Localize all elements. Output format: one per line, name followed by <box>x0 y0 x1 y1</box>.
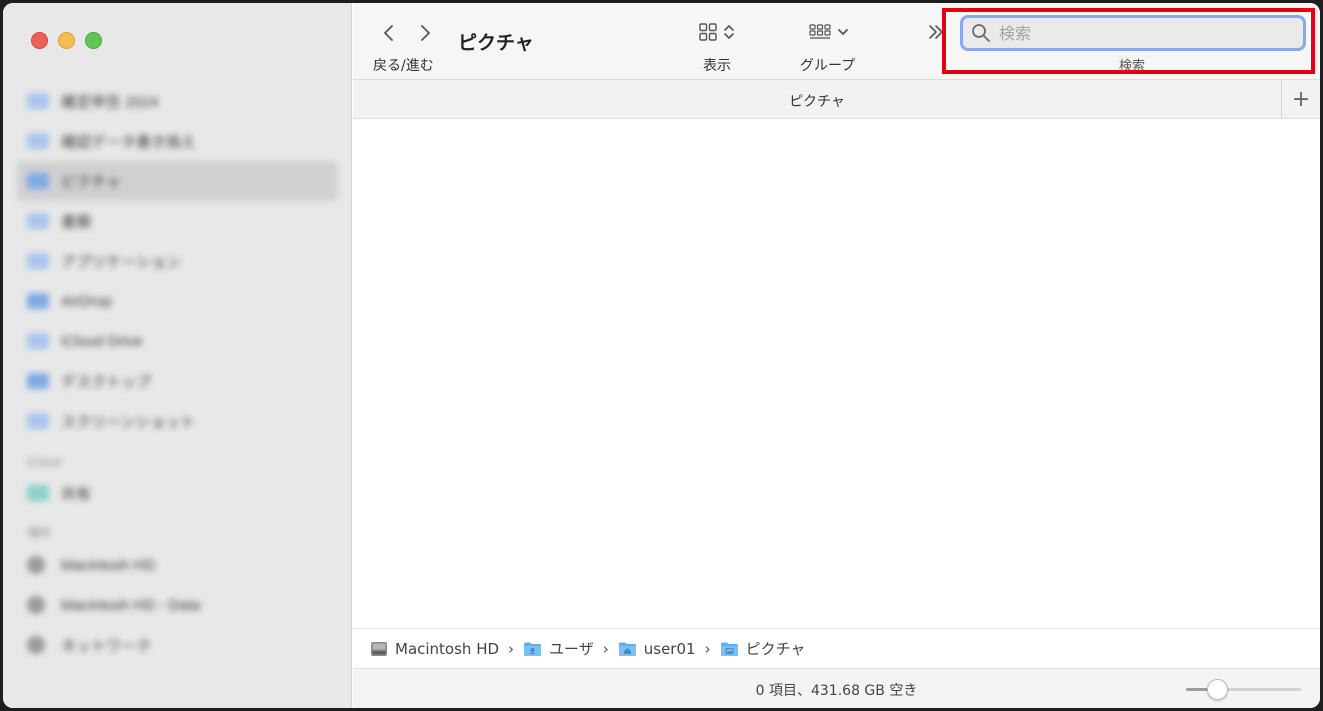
disk-icon <box>27 556 45 574</box>
search-input[interactable] <box>999 23 1289 43</box>
pictures-folder-icon <box>720 641 739 657</box>
forward-button[interactable] <box>413 21 437 45</box>
sidebar-item-screenshots[interactable]: スクリーンショット <box>3 401 352 441</box>
sidebar: 確定申告 2024 確認データ書き換え ピクチャ 書類 アプリケーション Air… <box>3 3 352 708</box>
file-list-area[interactable] <box>353 119 1320 628</box>
sidebar-item-shared[interactable]: 共有 <box>3 473 352 513</box>
status-text: 0 項目、431.68 GB 空き <box>755 683 918 699</box>
sidebar-item-macintosh-hd-data[interactable]: Macintosh HD - Data <box>3 585 352 625</box>
grid-view-icon <box>699 23 717 41</box>
sidebar-item-0[interactable]: 確定申告 2024 <box>3 81 352 121</box>
toolbar: 戻る/進む ピクチャ 表示 グループ 検索 検索 <box>353 3 1320 79</box>
sidebar-section-locations: 場所 <box>27 526 52 540</box>
sidebar-item-label: ネットワーク <box>61 637 152 655</box>
group-label: グループ <box>800 58 856 74</box>
folder-icon <box>27 133 49 149</box>
sidebar-item-icloud-drive[interactable]: iCloud Drive <box>3 321 352 361</box>
minimize-window-button[interactable] <box>58 32 75 49</box>
network-icon <box>27 636 45 654</box>
sidebar-item-label: アプリケーション <box>61 253 181 271</box>
path-bar: Macintosh HD › ユーザ › user01 › ピクチャ <box>353 628 1320 668</box>
hard-disk-icon <box>370 640 388 658</box>
folder-icon <box>27 93 49 109</box>
sidebar-section-icloud: iCloud <box>27 455 62 469</box>
window-title: ピクチャ <box>458 32 534 54</box>
sidebar-item-label: 確認データ書き換え <box>61 133 197 151</box>
tab-bar: ピクチャ + <box>353 79 1320 119</box>
document-icon <box>27 213 49 229</box>
sidebar-item-documents[interactable]: 書類 <box>3 201 352 241</box>
sidebar-item-label: iCloud Drive <box>61 332 143 350</box>
plus-icon: + <box>1291 87 1311 112</box>
sidebar-item-label: 確定申告 2024 <box>61 93 159 111</box>
pictures-folder-icon <box>27 173 49 189</box>
nav-label: 戻る/進む <box>373 58 434 74</box>
path-item-label: ユーザ <box>549 640 594 658</box>
toolbar-overflow-button[interactable] <box>927 23 945 46</box>
path-item-pictures[interactable]: ピクチャ <box>720 638 806 659</box>
search-field[interactable] <box>960 15 1306 51</box>
path-separator: › <box>602 639 609 658</box>
sidebar-item-macintosh-hd[interactable]: Macintosh HD <box>3 545 352 585</box>
sidebar-item-label: Macintosh HD - Data <box>61 596 201 614</box>
window-controls <box>31 32 102 49</box>
sidebar-list: 確定申告 2024 確認データ書き換え ピクチャ 書類 アプリケーション Air… <box>3 81 352 665</box>
sidebar-item-desktop[interactable]: デスクトップ <box>3 361 352 401</box>
icon-size-slider[interactable] <box>1186 679 1301 700</box>
double-chevron-right-icon <box>929 25 943 39</box>
users-folder-icon <box>523 641 542 657</box>
path-item-user01[interactable]: user01 <box>618 640 696 658</box>
main-pane: 戻る/進む ピクチャ 表示 グループ 検索 検索 ピクチャ + Macintos… <box>353 3 1320 708</box>
path-separator: › <box>508 639 515 658</box>
desktop-icon <box>27 373 49 389</box>
back-button[interactable] <box>377 21 401 45</box>
chevron-left-icon <box>384 25 393 41</box>
sidebar-item-applications[interactable]: アプリケーション <box>3 241 352 281</box>
view-label: 表示 <box>703 58 731 74</box>
sidebar-item-airdrop[interactable]: AirDrop <box>3 281 352 321</box>
group-button[interactable] <box>809 23 849 41</box>
path-item-users[interactable]: ユーザ <box>523 638 594 659</box>
new-tab-button[interactable]: + <box>1281 80 1320 119</box>
sidebar-item-network[interactable]: ネットワーク <box>3 625 352 665</box>
sidebar-item-label: デスクトップ <box>61 373 152 391</box>
path-item-label: ピクチャ <box>745 640 806 658</box>
status-bar: 0 項目、431.68 GB 空き <box>353 668 1320 708</box>
folder-icon <box>27 413 49 429</box>
path-item-label: Macintosh HD <box>395 639 500 658</box>
shared-folder-icon <box>27 485 49 501</box>
search-label: 検索 <box>1119 59 1146 74</box>
sidebar-item-pictures[interactable]: ピクチャ <box>17 161 338 201</box>
applications-icon <box>27 253 49 269</box>
sidebar-item-label: 共有 <box>61 485 92 503</box>
chevron-updown-icon <box>724 25 734 39</box>
sidebar-item-1[interactable]: 確認データ書き換え <box>3 121 352 161</box>
slider-knob[interactable] <box>1207 679 1229 700</box>
home-folder-icon <box>618 641 637 657</box>
disk-icon <box>27 596 45 614</box>
airdrop-icon <box>27 293 49 309</box>
path-separator: › <box>704 639 711 658</box>
tab-pictures[interactable]: ピクチャ <box>353 91 1281 111</box>
close-window-button[interactable] <box>31 32 48 49</box>
zoom-window-button[interactable] <box>85 32 102 49</box>
sidebar-item-label: AirDrop <box>61 292 112 310</box>
sidebar-item-label: Macintosh HD <box>61 556 156 574</box>
path-item-macintosh-hd[interactable]: Macintosh HD <box>370 640 499 658</box>
group-icon <box>809 24 831 39</box>
finder-window: 確定申告 2024 確認データ書き換え ピクチャ 書類 アプリケーション Air… <box>3 3 1320 708</box>
sidebar-item-label: スクリーンショット <box>61 413 196 431</box>
sidebar-item-label: ピクチャ <box>61 173 121 191</box>
view-button[interactable] <box>699 23 735 41</box>
search-icon <box>972 24 990 42</box>
chevron-down-icon <box>838 29 848 35</box>
cloud-icon <box>27 333 49 349</box>
path-item-label: user01 <box>643 639 696 658</box>
sidebar-item-label: 書類 <box>61 213 92 231</box>
chevron-right-icon <box>421 25 430 41</box>
